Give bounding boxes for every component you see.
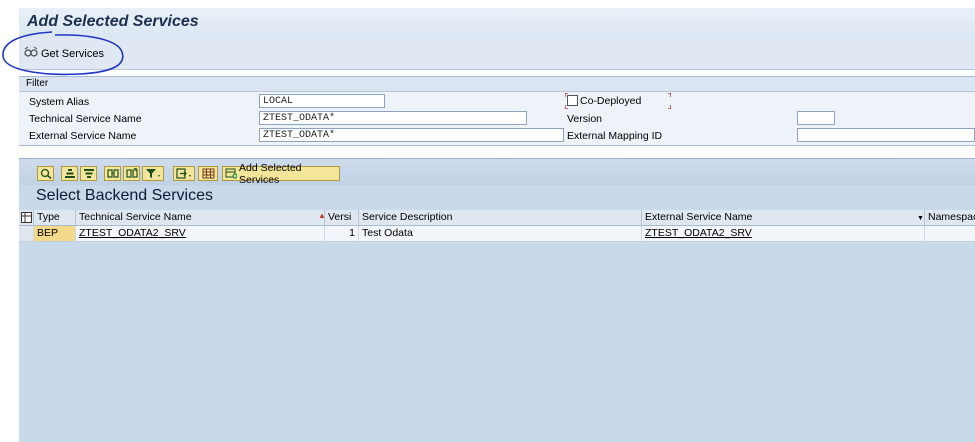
sort-ascending-button[interactable] xyxy=(61,166,78,181)
filter-icon xyxy=(146,169,160,178)
co-deployed-field: Co-Deployed xyxy=(565,93,671,109)
cell-namespace xyxy=(925,226,975,241)
details-icon xyxy=(40,168,51,179)
results-panel: Add Selected Services Select Backend Ser… xyxy=(19,158,975,442)
filter-title: Filter xyxy=(26,78,49,89)
layout-button[interactable] xyxy=(198,166,218,181)
cell-external-service-name[interactable]: ZTEST_ODATA2_SRV xyxy=(642,226,925,241)
sort-descending-icon xyxy=(83,169,94,178)
external-service-name-input[interactable]: ZTEST_ODATA* xyxy=(259,128,564,142)
column-header-technical-service-name[interactable]: Technical Service Name xyxy=(76,210,325,225)
add-selected-services-label: Add Selected Services xyxy=(239,161,302,186)
column-header-namespace[interactable]: Namespace xyxy=(925,210,975,225)
system-alias-label: System Alias xyxy=(29,96,90,108)
find-icon xyxy=(106,169,119,178)
page-title: Add Selected Services xyxy=(27,13,199,30)
filter-button[interactable] xyxy=(142,166,164,181)
external-mapping-id-input[interactable] xyxy=(797,128,975,142)
get-services-label: Get Services xyxy=(41,47,104,60)
technical-service-name-label: Technical Service Name xyxy=(29,113,142,125)
column-settings-button[interactable] xyxy=(19,210,34,225)
cell-type: BEP xyxy=(34,226,76,241)
technical-service-name-input[interactable]: ZTEST_ODATA* xyxy=(259,111,527,125)
sort-ascending-icon xyxy=(64,169,75,178)
external-service-name-label: External Service Name xyxy=(29,130,137,142)
row-selector[interactable] xyxy=(19,226,34,241)
section-title: Select Backend Services xyxy=(36,187,213,204)
sap-window: Add Selected Services Get Services Filte… xyxy=(0,0,975,442)
get-services-button[interactable]: Get Services xyxy=(23,46,104,61)
table-settings-icon xyxy=(21,212,32,223)
external-mapping-id-label: External Mapping ID xyxy=(567,130,663,142)
column-header-external-service-name[interactable]: External Service Name xyxy=(642,210,925,225)
sort-descending-button[interactable] xyxy=(80,166,97,181)
glasses-icon xyxy=(23,46,39,61)
version-input[interactable] xyxy=(797,111,835,125)
export-icon xyxy=(176,168,191,179)
find-next-button[interactable] xyxy=(123,166,140,181)
column-header-version[interactable]: Versi xyxy=(325,210,359,225)
column-header-type[interactable]: Type xyxy=(34,210,76,225)
cell-version: 1 xyxy=(325,226,359,241)
version-label: Version xyxy=(567,113,603,125)
results-toolbar: Add Selected Services xyxy=(19,159,975,186)
cell-technical-service-name[interactable]: ZTEST_ODATA2_SRV xyxy=(76,226,325,241)
find-button[interactable] xyxy=(104,166,121,181)
table-header: Type Technical Service Name ▲ Versi Serv… xyxy=(19,210,975,226)
export-button[interactable] xyxy=(173,166,195,181)
details-button[interactable] xyxy=(37,166,54,181)
system-alias-input[interactable]: LOCAL xyxy=(259,94,385,108)
find-next-icon xyxy=(125,168,138,178)
cell-service-description: Test Odata xyxy=(359,226,642,241)
column-header-service-description[interactable]: Service Description xyxy=(359,210,642,225)
co-deployed-label: Co-Deployed xyxy=(580,95,642,107)
services-table: Type Technical Service Name ▲ Versi Serv… xyxy=(19,210,975,442)
add-table-icon xyxy=(225,168,238,179)
dropdown-arrow-icon: ▼ xyxy=(917,215,924,222)
title-bar: Add Selected Services xyxy=(19,8,975,39)
application-toolbar: Get Services xyxy=(19,38,975,70)
table-row[interactable]: BEP ZTEST_ODATA2_SRV 1 Test Odata ZTEST_… xyxy=(19,226,975,242)
layout-icon xyxy=(202,168,214,179)
co-deployed-checkbox[interactable] xyxy=(567,95,578,106)
add-selected-services-button[interactable]: Add Selected Services xyxy=(222,162,340,186)
filter-panel: Filter System Alias LOCAL Technical Serv… xyxy=(19,76,975,146)
filter-header: Filter xyxy=(19,77,975,92)
